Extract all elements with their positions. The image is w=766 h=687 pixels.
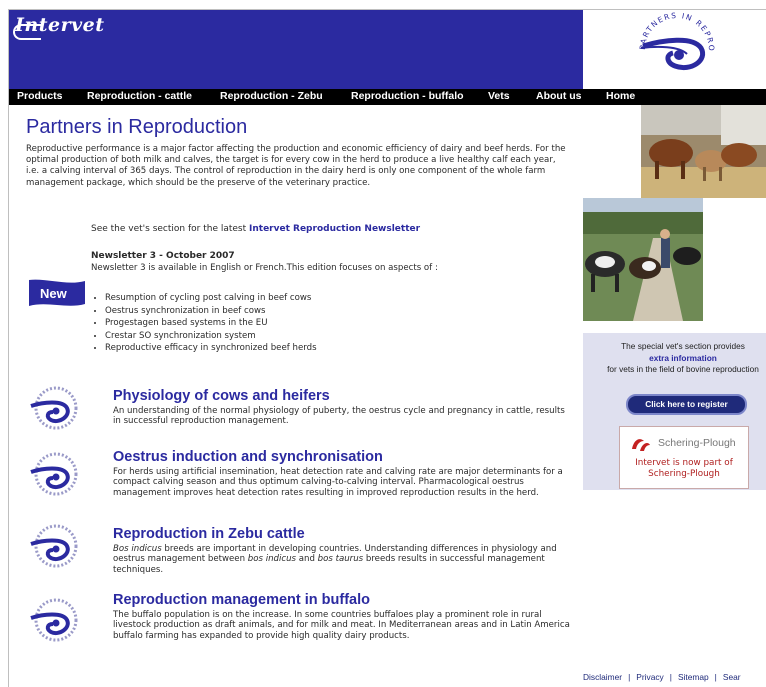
nav-home[interactable]: Home <box>606 90 635 102</box>
nav-reproduction-buffalo[interactable]: Reproduction - buffalo <box>351 90 464 102</box>
newsletter-topics-list: Resumption of cycling post calving in be… <box>91 292 317 355</box>
footer-disclaimer-link[interactable]: Disclaimer <box>583 672 622 682</box>
cows-walking-photo <box>583 198 703 321</box>
see-vets-line: See the vet's section for the latest Int… <box>91 224 420 234</box>
nav-vets[interactable]: Vets <box>488 90 510 102</box>
schering-plough-logo-icon <box>632 439 650 451</box>
nav-products[interactable]: Products <box>17 90 63 102</box>
newsletter-link[interactable]: Intervet Reproduction Newsletter <box>249 224 420 234</box>
footer-separator: | <box>714 672 717 682</box>
page-frame: Intervet PARTNERS IN REPRODUCTION Produc… <box>8 9 766 687</box>
vets-extra-info: extra information <box>649 352 717 363</box>
list-item: Reproductive efficacy in synchronized be… <box>105 342 317 355</box>
nav-about-us[interactable]: About us <box>536 90 582 102</box>
pir-logo-icon <box>30 452 78 496</box>
vets-text-line2: extra information <box>583 353 766 365</box>
footer-separator: | <box>669 672 672 682</box>
footer-sitemap-link[interactable]: Sitemap <box>678 672 709 682</box>
section-body-buffalo: The buffalo population is on the increas… <box>113 610 570 641</box>
section-body-physiology: An understanding of the normal physiolog… <box>113 406 565 427</box>
newsletter-title: Newsletter 3 - October 2007 <box>91 251 235 261</box>
cows-barn-photo <box>641 105 766 198</box>
intro-paragraph: Reproductive performance is a major fact… <box>26 144 566 188</box>
section-body-zebu-em1: Bos indicus <box>113 544 162 554</box>
section-title-zebu[interactable]: Reproduction in Zebu cattle <box>113 526 305 542</box>
footer-separator: | <box>628 672 631 682</box>
list-item: Oestrus synchronization in beef cows <box>105 305 317 318</box>
pir-logo-icon <box>30 524 78 568</box>
section-title-buffalo[interactable]: Reproduction management in buffalo <box>113 592 370 608</box>
section-body-zebu-em3: bos taurus <box>317 554 364 565</box>
section-body-zebu-em2: bos indicus <box>247 554 297 565</box>
list-item: Crestar SO synchronization system <box>105 330 317 343</box>
pir-logo-icon <box>30 598 78 642</box>
pir-logo-icon <box>30 386 78 430</box>
section-body-oestrus: For herds using artificial insemination,… <box>113 467 563 498</box>
main-navigation: Products Reproduction - cattle Reproduct… <box>9 89 766 105</box>
footer-links: Disclaimer | Privacy | Sitemap | Sear <box>583 672 741 682</box>
section-body-zebu: Bos indicus breeds are important in deve… <box>113 544 573 575</box>
site-header: Intervet <box>9 10 583 89</box>
new-badge-label: New <box>40 286 68 301</box>
section-body-zebu-mid2: and <box>296 554 318 565</box>
schering-plough-note: Intervet is now part of Schering-Plough <box>635 458 733 479</box>
vets-section-box: The special vet's section provides extra… <box>583 333 766 490</box>
section-title-physiology[interactable]: Physiology of cows and heifers <box>113 388 330 404</box>
new-flag-icon: New <box>29 279 85 306</box>
schering-plough-name: Schering-Plough <box>658 437 736 449</box>
intervet-logo[interactable]: Intervet <box>15 14 104 36</box>
vets-section-text: The special vet's section provides extra… <box>583 341 766 376</box>
schering-plough-box[interactable]: Schering-Plough Intervet is now part of … <box>619 426 749 489</box>
list-item: Resumption of cycling post calving in be… <box>105 292 317 305</box>
partners-in-reproduction-badge: PARTNERS IN REPRODUCTION <box>579 10 766 89</box>
register-button[interactable]: Click here to register <box>626 394 747 415</box>
page-title: Partners in Reproduction <box>26 116 248 138</box>
list-item: Progestagen based systems in the EU <box>105 317 317 330</box>
pir-swirl-icon: PARTNERS IN REPRODUCTION <box>579 10 715 70</box>
newsletter-description: Newsletter 3 is available in English or … <box>91 263 438 273</box>
footer-search-link[interactable]: Sear <box>723 672 741 682</box>
nav-reproduction-zebu[interactable]: Reproduction - Zebu <box>220 90 323 102</box>
vets-text-line3: for vets in the field of bovine reproduc… <box>607 364 759 374</box>
see-vets-text: See the vet's section for the latest <box>91 224 247 234</box>
section-title-oestrus[interactable]: Oestrus induction and synchronisation <box>113 449 383 465</box>
vets-text-line1: The special vet's section provides <box>621 341 745 351</box>
nav-reproduction-cattle[interactable]: Reproduction - cattle <box>87 90 192 102</box>
footer-privacy-link[interactable]: Privacy <box>636 672 663 682</box>
